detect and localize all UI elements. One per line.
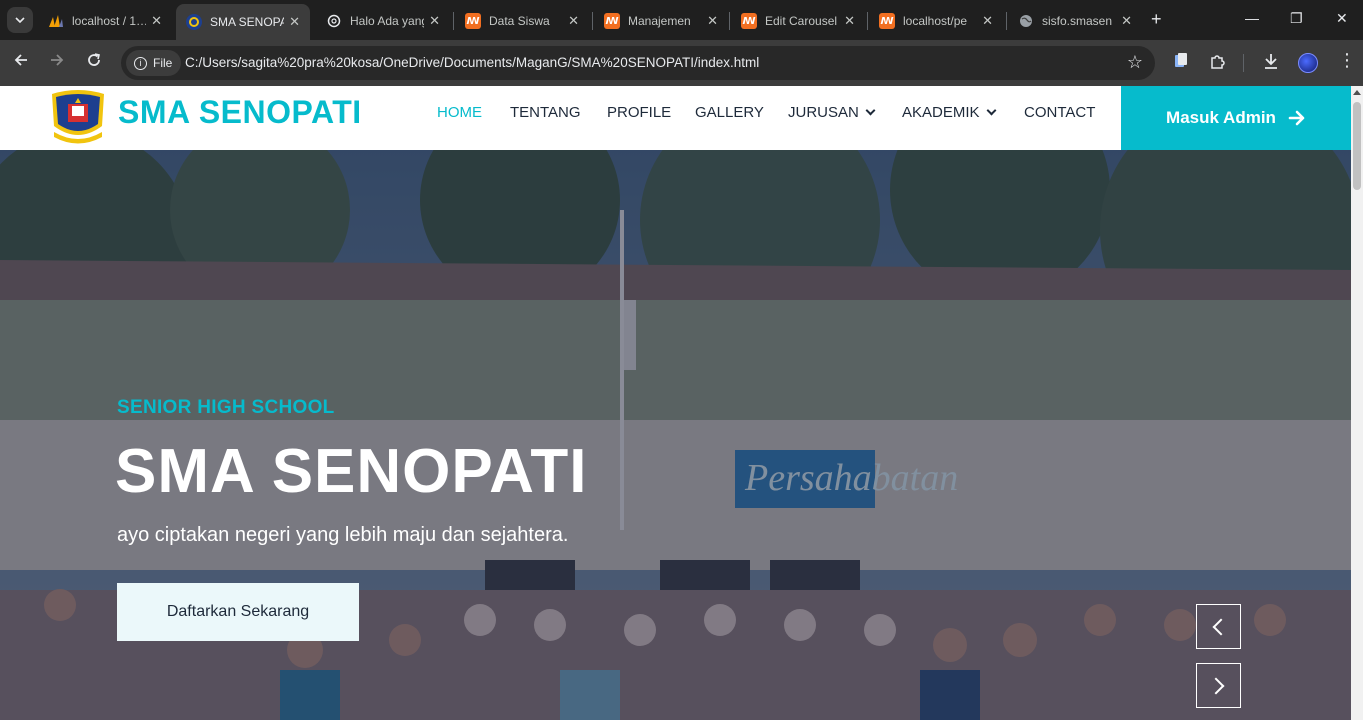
browser-tab[interactable]: ꟿ localhost/pe ✕ [869,6,1003,36]
xampp-icon: ꟿ [465,13,481,29]
tab-title: localhost / 1… [72,14,146,28]
browser-tab-bar: localhost / 1… ✕ SMA SENOPATI ✕ Halo Ada… [0,0,1363,40]
close-tab-icon[interactable]: ✕ [151,13,162,29]
tab-separator [453,12,454,30]
scroll-up-arrow-icon[interactable] [1353,90,1361,95]
chevron-right-icon [1207,677,1225,694]
browser-tab[interactable]: ꟿ Manajemen ✕ [594,6,728,36]
nav-akademik-label: AKADEMIK [902,104,980,121]
reload-icon[interactable] [86,52,102,73]
tab-title: Data Siswa [489,14,550,28]
back-arrow-icon[interactable] [13,52,29,73]
admin-login-label: Masuk Admin [1166,108,1276,127]
hero-tagline: ayo ciptakan negeri yang lebih maju dan … [117,524,569,546]
hero-title: SMA SENOPATI [115,437,588,506]
hero-carousel: Persahabatan SENIOR HIGH SCHOOL SMA SENO… [0,150,1351,720]
profile-avatar[interactable] [1298,53,1318,73]
new-tab-icon[interactable]: + [1151,9,1162,30]
site-brand[interactable]: SMA SENOPATI [118,94,362,131]
menu-kebab-icon[interactable]: ⋮ [1338,50,1356,71]
xampp-icon: ꟿ [741,13,757,29]
close-tab-icon[interactable]: ✕ [429,13,440,29]
address-bar[interactable]: i File C:/Users/sagita%20pra%20kosa/OneD… [121,46,1155,80]
notes-extension-icon[interactable] [1173,52,1189,75]
nav-akademik-dropdown[interactable]: AKADEMIK [902,104,996,121]
webpage: SMA SENOPATI HOME TENTANG PROFILE GALLER… [0,86,1351,720]
tab-title: SMA SENOPATI [210,15,284,29]
bookmark-star-icon[interactable]: ☆ [1127,52,1143,73]
browser-tab[interactable]: localhost / 1… ✕ [38,6,172,36]
arrow-right-icon [1288,110,1305,126]
browser-tab[interactable]: sisfo.smasen ✕ [1008,6,1142,36]
url-text[interactable]: C:/Users/sagita%20pra%20kosa/OneDrive/Do… [185,55,759,70]
admin-login-button[interactable]: Masuk Admin [1121,86,1351,150]
close-tab-icon[interactable]: ✕ [1121,13,1132,29]
info-icon: i [134,56,147,70]
restore-icon[interactable]: ❐ [1290,10,1303,27]
xampp-icon: ꟿ [604,13,620,29]
nav-home[interactable]: HOME [437,104,482,121]
school-logo-icon [186,14,202,30]
close-tab-icon[interactable]: ✕ [982,13,993,29]
close-window-icon[interactable]: ✕ [1336,10,1348,27]
scheme-label: File [153,56,173,70]
nav-contact[interactable]: CONTACT [1024,104,1095,121]
download-icon[interactable] [1263,52,1279,75]
nav-jurusan-label: JURUSAN [788,104,859,121]
chevron-left-icon [1212,618,1230,635]
scroll-thumb[interactable] [1353,102,1361,190]
close-tab-icon[interactable]: ✕ [289,14,300,30]
site-navbar: SMA SENOPATI HOME TENTANG PROFILE GALLER… [0,86,1351,150]
tab-title: Halo Ada yang [350,14,424,28]
hero-eyebrow: SENIOR HIGH SCHOOL [117,397,335,418]
carousel-prev-button[interactable] [1196,604,1241,649]
chevron-down-icon [986,105,996,116]
extensions-puzzle-icon[interactable] [1209,52,1227,75]
minimize-icon[interactable]: — [1245,10,1259,26]
xampp-icon: ꟿ [879,13,895,29]
phpmyadmin-icon [48,13,64,29]
carousel-next-button[interactable] [1196,663,1241,708]
close-tab-icon[interactable]: ✕ [844,13,855,29]
tab-separator [1006,12,1007,30]
nav-profile[interactable]: PROFILE [607,104,671,121]
nav-tentang[interactable]: TENTANG [510,104,581,121]
browser-tab[interactable]: ꟿ Edit Carousel ✕ [731,6,865,36]
chatgpt-icon [326,13,342,29]
chevron-down-icon [865,105,876,116]
close-tab-icon[interactable]: ✕ [568,13,579,29]
tab-separator [867,12,868,30]
globe-icon [1018,13,1034,29]
forward-arrow-icon[interactable] [49,52,65,73]
toolbar-divider [1243,54,1244,72]
register-now-button[interactable]: Daftarkan Sekarang [117,583,359,641]
tab-title: sisfo.smasen [1042,14,1113,28]
tab-title: localhost/pe [903,14,968,28]
site-info-chip[interactable]: i File [126,50,182,76]
chevron-down-icon [15,17,25,23]
browser-tab[interactable]: Halo Ada yang ✕ [316,6,450,36]
page-scrollbar[interactable] [1351,86,1363,720]
tab-separator [592,12,593,30]
browser-tab-active[interactable]: SMA SENOPATI ✕ [176,4,310,40]
tab-title: Manajemen [628,14,691,28]
browser-toolbar: i File C:/Users/sagita%20pra%20kosa/OneD… [0,40,1363,86]
nav-gallery[interactable]: GALLERY [695,104,764,121]
browser-tab[interactable]: ꟿ Data Siswa ✕ [455,6,589,36]
tab-search-button[interactable] [7,7,33,33]
nav-jurusan-dropdown[interactable]: JURUSAN [788,104,876,121]
close-tab-icon[interactable]: ✕ [707,13,718,29]
school-logo-icon[interactable] [48,88,108,146]
tab-separator [729,12,730,30]
tab-title: Edit Carousel [765,14,838,28]
